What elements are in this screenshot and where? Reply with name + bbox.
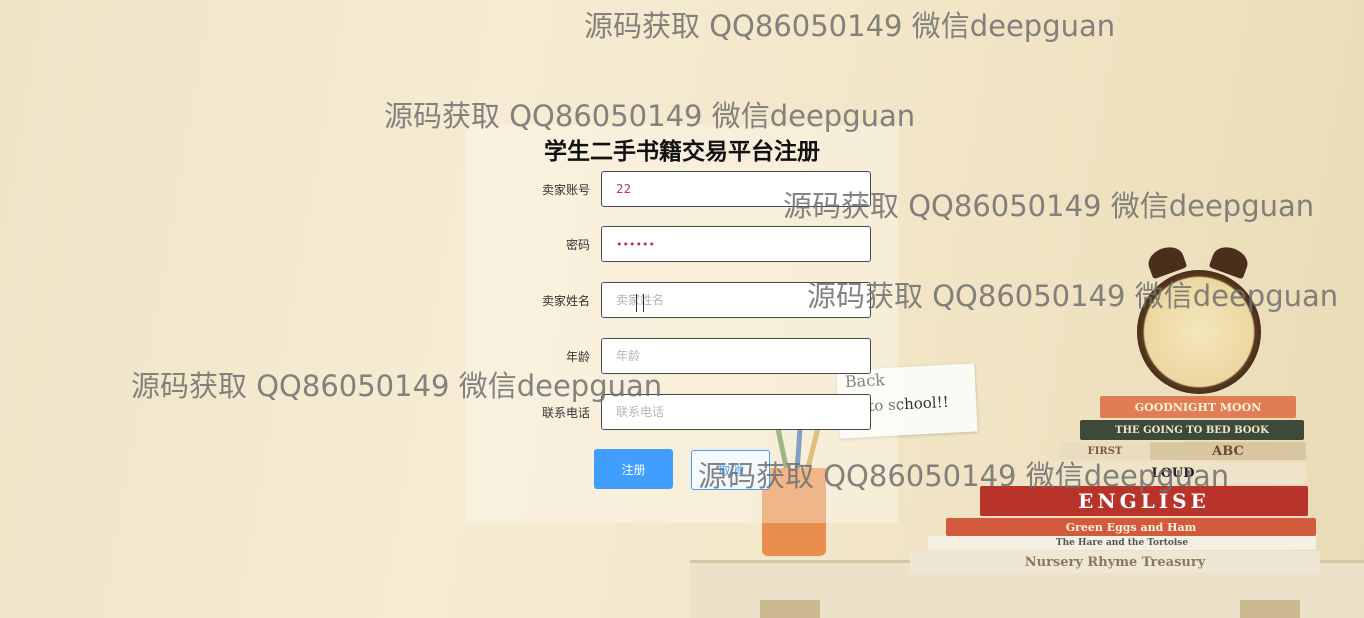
- register-button[interactable]: 注册: [594, 449, 673, 489]
- name-label: 卖家姓名: [541, 294, 590, 308]
- watermark-text: 源码获取 QQ86050149 微信deepguan: [584, 9, 1116, 43]
- text-cursor-icon: [636, 294, 644, 312]
- watermark-text: 源码获取 QQ86050149 微信deepguan: [131, 369, 663, 403]
- watermark-text: 源码获取 QQ86050149 微信deepguan: [384, 99, 916, 133]
- book-spine: GOODNIGHT MOON: [1100, 396, 1296, 418]
- book-spine: The Hare and the Tortoise: [928, 536, 1316, 550]
- book-spine: Green Eggs and Ham: [946, 518, 1316, 536]
- table-leg: [1240, 600, 1300, 618]
- watermark-text: 源码获取 QQ86050149 微信deepguan: [807, 279, 1339, 313]
- password-row: 密码: [500, 226, 872, 262]
- page-title: 学生二手书籍交易平台注册: [544, 139, 820, 165]
- password-input[interactable]: [601, 226, 871, 262]
- phone-label: 联系电话: [541, 406, 590, 420]
- watermark-text: 源码获取 QQ86050149 微信deepguan: [698, 459, 1230, 493]
- password-label: 密码: [565, 238, 590, 252]
- account-label: 卖家账号: [541, 183, 590, 197]
- book-spine: Nursery Rhyme Treasury: [910, 551, 1320, 573]
- watermark-text: 源码获取 QQ86050149 微信deepguan: [783, 189, 1315, 223]
- table-leg: [760, 600, 820, 618]
- book-spine: THE GOING TO BED BOOK: [1080, 420, 1304, 440]
